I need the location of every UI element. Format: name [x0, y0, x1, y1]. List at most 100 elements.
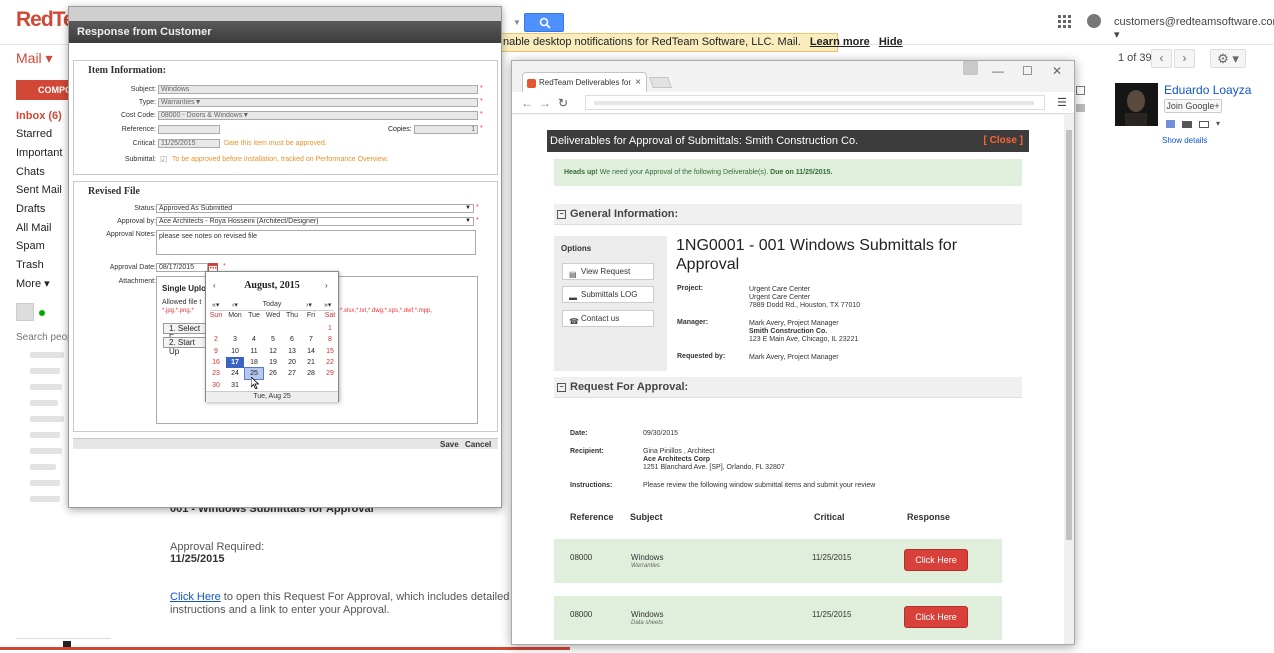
calendar-day[interactable]: 4 [245, 334, 263, 345]
calendar-day[interactable]: 12 [264, 346, 282, 357]
print-icon[interactable] [1076, 104, 1085, 112]
calendar-day[interactable]: 3 [226, 334, 244, 345]
contact-photo[interactable] [1115, 83, 1158, 126]
search-button[interactable] [524, 13, 564, 32]
email-icon[interactable] [1199, 121, 1209, 128]
general-info-header[interactable]: − General Information: [554, 204, 1022, 225]
request-for-approval-header[interactable]: − Request For Approval: [554, 377, 1022, 398]
calendar-day[interactable]: 18 [245, 357, 263, 368]
nav-trash[interactable]: Trash [16, 259, 44, 271]
browser-menu-icon[interactable]: ☰ [1057, 96, 1067, 109]
calendar-day[interactable]: 8 [321, 334, 339, 345]
calendar-day[interactable]: 15 [321, 346, 339, 357]
calendar-day[interactable]: 23 [207, 368, 225, 379]
calendar-day[interactable]: 17 [226, 356, 244, 368]
nav-important[interactable]: Important [16, 147, 62, 159]
search-dropdown-icon[interactable]: ▼ [513, 13, 523, 32]
submittals-log-button[interactable]: ▬ Submittals LOG [562, 286, 654, 303]
calendar-day[interactable]: 27 [283, 368, 301, 379]
calendar-day[interactable]: 24 [226, 368, 244, 379]
join-google-plus-button[interactable]: Join Google+ [1164, 99, 1222, 113]
type-select[interactable]: Warranties▼ [158, 98, 478, 107]
maximize-icon[interactable]: ☐ [1022, 64, 1033, 78]
collapse-icon[interactable]: − [557, 383, 566, 392]
tab-close-icon[interactable]: × [635, 73, 641, 93]
nav-drafts[interactable]: Drafts [16, 203, 45, 215]
reload-icon[interactable]: ↻ [558, 96, 568, 110]
settings-button[interactable]: ⚙ ▾ [1210, 49, 1246, 68]
calendar-day[interactable]: 30 [207, 380, 225, 391]
calendar-day[interactable]: 21 [302, 357, 320, 368]
start-upload-button[interactable]: 2. Start Up [163, 337, 207, 356]
nav-more[interactable]: More ▾ [16, 277, 50, 290]
scroll-thumb[interactable] [1066, 130, 1072, 540]
account-email[interactable]: customers@redteamsoftware.com ▾ [1114, 16, 1274, 41]
chat-icon[interactable] [1166, 120, 1175, 128]
click-here-button[interactable]: Click Here [904, 606, 968, 628]
dialog-title[interactable]: Response from Customer [69, 21, 501, 43]
browser-user-icon[interactable] [963, 61, 978, 75]
nav-all-mail[interactable]: All Mail [16, 222, 51, 234]
new-tab-button[interactable] [648, 77, 673, 88]
browser-tab[interactable]: RedTeam Deliverables for × [522, 72, 647, 93]
calendar-day[interactable]: 13 [283, 346, 301, 357]
show-details-link[interactable]: Show details [1162, 136, 1207, 145]
apps-grid-icon[interactable] [1058, 15, 1071, 28]
approval-date-field[interactable]: 08/17/2015 [156, 263, 208, 272]
newer-button[interactable]: › [1174, 49, 1195, 68]
contact-blur[interactable] [30, 496, 60, 502]
contact-us-button[interactable]: ☎ Contact us [562, 310, 654, 327]
contact-blur[interactable] [30, 384, 62, 390]
subject-field[interactable]: Windows [158, 85, 478, 94]
submittal-checkbox[interactable]: ☑ [160, 155, 167, 164]
status-select[interactable]: Approved As Submitted ▼ [156, 204, 474, 213]
contact-blur[interactable] [30, 352, 64, 358]
email-click-here-link[interactable]: Click Here [170, 591, 221, 603]
nav-spam[interactable]: Spam [16, 240, 45, 252]
contact-name[interactable]: Eduardo Loayza [1164, 83, 1251, 97]
calendar-day[interactable]: 26 [264, 368, 282, 379]
back-icon[interactable]: ← [521, 96, 533, 110]
cancel-button[interactable]: Cancel [465, 440, 491, 449]
cost-code-select[interactable]: 08000 - Doors & Windows▼ [158, 111, 478, 120]
collapse-icon[interactable]: − [557, 210, 566, 219]
chat-avatar[interactable] [16, 303, 34, 321]
approval-by-select[interactable]: Ace Architects - Roya Hosseini (Architec… [156, 217, 474, 226]
calendar-day[interactable]: 31 [226, 380, 244, 391]
nav-sent-mail[interactable]: Sent Mail [16, 184, 62, 196]
compose-button[interactable]: COMPOS [16, 80, 78, 100]
forward-icon[interactable]: → [539, 96, 551, 110]
mail-dropdown[interactable]: Mail ▾ [16, 50, 53, 67]
close-link[interactable]: [ Close ] [984, 130, 1023, 152]
calendar-day[interactable]: 19 [264, 357, 282, 368]
calendar-day[interactable]: 20 [283, 357, 301, 368]
minimize-icon[interactable]: — [992, 64, 1004, 78]
calendar-day[interactable]: 6 [283, 334, 301, 345]
calendar-day[interactable]: 2 [207, 334, 225, 345]
nav-starred[interactable]: Starred [16, 128, 52, 140]
nav-chats[interactable]: Chats [16, 166, 45, 178]
select-file-button[interactable]: 1. Select F [163, 323, 207, 342]
notifications-bell-icon[interactable] [1087, 14, 1101, 28]
hide-link[interactable]: Hide [879, 36, 903, 48]
view-request-button[interactable]: ▤ View Request [562, 263, 654, 280]
click-here-button[interactable]: Click Here [904, 549, 968, 571]
contact-blur[interactable] [30, 448, 62, 454]
calendar-day[interactable]: 16 [207, 357, 225, 368]
calendar-day[interactable]: 1 [321, 323, 339, 334]
address-bar[interactable] [585, 95, 1045, 110]
image-icon[interactable] [1076, 86, 1085, 95]
calendar-day[interactable]: 29 [321, 368, 339, 379]
copies-field[interactable]: 1 [414, 125, 478, 134]
browser-scrollbar[interactable] [1064, 115, 1074, 644]
older-button[interactable]: ‹ [1151, 49, 1172, 68]
calendar-day[interactable]: 22 [321, 357, 339, 368]
contact-blur[interactable] [30, 368, 60, 374]
chat-status-icon[interactable] [39, 310, 45, 316]
calendar-day[interactable]: 7 [302, 334, 320, 345]
critical-date-field[interactable]: 11/25/2015 [158, 139, 220, 148]
people-search-input[interactable] [16, 330, 71, 344]
reference-field[interactable] [158, 125, 220, 134]
video-icon[interactable] [1182, 121, 1192, 128]
calendar-day[interactable]: 14 [302, 346, 320, 357]
